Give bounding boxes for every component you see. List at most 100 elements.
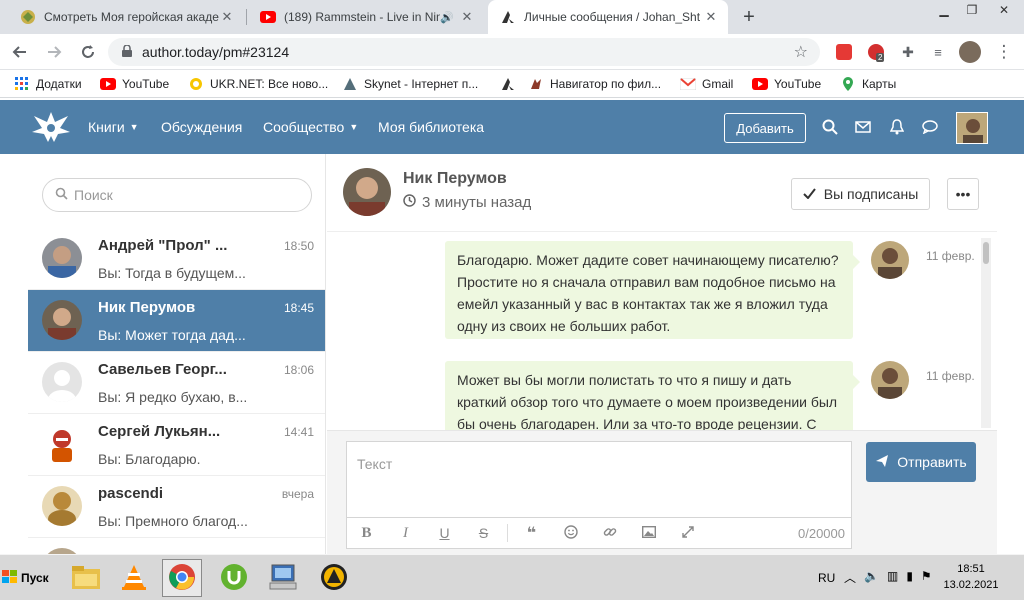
speaker-icon[interactable]: 🔊 — [440, 11, 454, 24]
site-header: Книги ▼ Обсуждения Сообщество ▼ Моя библио… — [0, 100, 1024, 154]
chat-header: Ник Перумов 3 минуты назад Вы подписаны … — [327, 154, 997, 232]
bookmark-ukrnet[interactable]: UKR.NET: Все ново... — [188, 70, 328, 98]
bookmark-author-today[interactable] — [500, 70, 522, 98]
notifications-button[interactable] — [883, 100, 911, 154]
subscribed-button[interactable]: Вы подписаны — [791, 178, 930, 210]
bookmark-youtube[interactable]: YouTube — [100, 70, 169, 98]
italic-button[interactable]: I — [386, 517, 425, 549]
bell-icon — [890, 119, 904, 135]
extension-button[interactable] — [830, 34, 858, 70]
vlc-cone-icon — [120, 563, 148, 594]
chrome-icon — [168, 563, 196, 594]
taskbar-utorrent[interactable] — [214, 559, 254, 597]
browser-tab-title: (189) Rammstein - Live in Nim — [284, 10, 441, 24]
close-icon[interactable]: ✕ — [220, 9, 234, 25]
close-icon[interactable]: ✕ — [704, 9, 718, 25]
network-icon[interactable]: ▥ — [887, 569, 898, 586]
conversation-item[interactable]: pascendi вчера Вы: Премного благод... — [28, 476, 325, 538]
conversation-item-selected[interactable]: Ник Перумов 18:45 Вы: Может тогда дад... — [28, 290, 325, 352]
site-logo[interactable] — [30, 108, 72, 146]
bookmark-gmail[interactable]: Gmail — [680, 70, 733, 98]
back-button[interactable] — [6, 34, 34, 70]
battery-icon[interactable]: ▮ — [906, 569, 913, 586]
link-button[interactable] — [590, 517, 629, 549]
menu-community[interactable]: Сообщество ▼ — [263, 100, 358, 154]
windows-logo-icon — [2, 569, 18, 587]
extension-button[interactable]: 2 — [862, 34, 890, 70]
volume-icon[interactable]: 🔈 — [864, 569, 879, 586]
strikethrough-button[interactable]: S — [464, 517, 503, 549]
browser-tab-messages[interactable]: Личные сообщения / Johan_Sht ✕ — [488, 0, 728, 34]
extensions-button[interactable]: ✚ — [894, 34, 922, 70]
underline-button[interactable]: U — [425, 517, 464, 549]
menu-my-library[interactable]: Моя библиотека — [378, 100, 484, 154]
bookmark-navigator[interactable]: Навигатор по фил... — [528, 70, 661, 98]
forward-button[interactable] — [40, 34, 68, 70]
aimp-player-icon — [320, 563, 348, 594]
avatar — [42, 424, 82, 464]
restore-window-button[interactable]: ❐ — [958, 0, 986, 20]
taskbar-chrome[interactable] — [162, 559, 202, 597]
send-button[interactable]: Отправить — [866, 442, 976, 482]
menu-discussions[interactable]: Обсуждения — [161, 100, 242, 154]
tray-expand-icon[interactable]: ︿ — [844, 569, 856, 586]
taskbar-vlc[interactable] — [114, 559, 154, 597]
browser-tab-youtube[interactable]: (189) Rammstein - Live in Nim 🔊 ✕ — [248, 0, 484, 34]
browser-tab-anime[interactable]: Смотреть Моя геройская акаде ✕ — [8, 0, 244, 34]
bold-button[interactable]: B — [347, 517, 386, 549]
message-author-avatar[interactable] — [871, 241, 909, 279]
conversation-item[interactable]: Савельев Георг... 18:06 Вы: Я редко буха… — [28, 352, 325, 414]
user-avatar[interactable] — [956, 112, 988, 144]
conversation-item[interactable] — [28, 538, 325, 554]
taskbar-aimp[interactable] — [314, 559, 354, 597]
bookmark-skynet[interactable]: Skynet - Інтернет п... — [342, 70, 478, 98]
reload-button[interactable] — [74, 34, 102, 70]
browser-menu-button[interactable]: ⋮ — [990, 34, 1018, 70]
youtube-icon — [752, 76, 768, 92]
message-text-input[interactable]: Текст — [346, 441, 852, 517]
scrollbar-thumb[interactable] — [983, 242, 989, 264]
conversation-item[interactable]: Андрей "Прол" ... 18:50 Вы: Тогда в буду… — [28, 228, 325, 290]
message-bubble: Может вы бы могли полистать то что я пиш… — [445, 361, 860, 430]
taskbar-computer[interactable] — [264, 559, 304, 597]
system-tray: ︿ 🔈 ▥ ▮ ⚑ — [844, 569, 932, 586]
new-tab-button[interactable]: + — [736, 4, 762, 30]
fullscreen-button[interactable] — [668, 517, 707, 549]
image-button[interactable] — [629, 517, 668, 549]
puzzle-icon: ✚ — [902, 43, 914, 60]
start-button[interactable]: Пуск — [2, 561, 54, 595]
more-options-button[interactable]: ••• — [947, 178, 979, 210]
search-button[interactable] — [816, 100, 844, 154]
taskbar-clock[interactable]: 18:51 13.02.2021 — [936, 561, 1006, 593]
subscribed-label: Вы подписаны — [823, 186, 919, 202]
contact-avatar[interactable] — [343, 168, 391, 216]
message-author-avatar[interactable] — [871, 361, 909, 399]
taskbar-explorer[interactable] — [66, 559, 106, 597]
bookmark-label: Skynet - Інтернет п... — [364, 77, 479, 91]
media-control-button[interactable]: ≡ — [924, 34, 952, 70]
emoji-button[interactable] — [551, 517, 590, 549]
add-button[interactable]: Добавить — [724, 113, 806, 143]
conversation-search-input[interactable]: Поиск — [42, 178, 312, 212]
address-bar[interactable]: author.today/pm#23124 ☆ — [108, 38, 820, 66]
quote-button[interactable]: ❝ — [512, 517, 551, 549]
flag-icon[interactable]: ⚑ — [921, 569, 932, 586]
message-scrollbar[interactable] — [981, 238, 991, 428]
conversation-item[interactable]: Сергей Лукьян... 14:41 Вы: Благодарю. — [28, 414, 325, 476]
language-indicator[interactable]: RU — [818, 571, 835, 585]
chat-bubble-icon — [922, 120, 938, 134]
close-icon[interactable]: ✕ — [460, 9, 474, 25]
mail-button[interactable] — [849, 100, 877, 154]
paper-plane-icon — [875, 454, 889, 471]
close-window-button[interactable]: ✕ — [986, 0, 1022, 20]
profile-button[interactable] — [956, 34, 984, 70]
menu-books[interactable]: Книги ▼ — [88, 100, 139, 154]
bookmark-apps[interactable]: Додатки — [14, 70, 82, 98]
minimize-window-button[interactable]: ▁ — [930, 0, 958, 20]
messages-button[interactable] — [916, 100, 944, 154]
bookmark-youtube-2[interactable]: YouTube — [752, 70, 821, 98]
contact-name[interactable]: Ник Перумов — [403, 170, 507, 188]
toolbar-divider — [507, 524, 508, 542]
bookmark-star-icon[interactable]: ☆ — [794, 42, 808, 62]
bookmark-maps[interactable]: Карты — [840, 70, 896, 98]
